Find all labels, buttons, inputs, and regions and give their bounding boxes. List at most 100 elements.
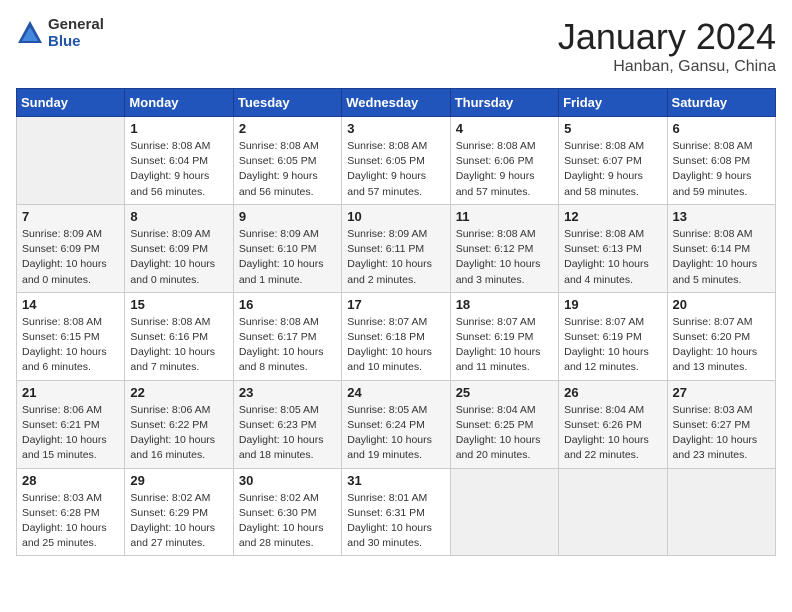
day-number: 10: [347, 209, 444, 224]
calendar-cell: 12Sunrise: 8:08 AM Sunset: 6:13 PM Dayli…: [559, 204, 667, 292]
day-info: Sunrise: 8:04 AM Sunset: 6:26 PM Dayligh…: [564, 403, 661, 464]
day-of-week-header: Saturday: [667, 89, 775, 117]
day-info: Sunrise: 8:09 AM Sunset: 6:09 PM Dayligh…: [130, 227, 227, 288]
logo-text: General Blue: [48, 16, 104, 50]
calendar-cell: 27Sunrise: 8:03 AM Sunset: 6:27 PM Dayli…: [667, 380, 775, 468]
day-info: Sunrise: 8:08 AM Sunset: 6:15 PM Dayligh…: [22, 315, 119, 376]
day-number: 27: [673, 385, 770, 400]
calendar-cell: 6Sunrise: 8:08 AM Sunset: 6:08 PM Daylig…: [667, 117, 775, 205]
calendar-cell: 18 Sunrise: 8:07 AM Sunset: 6:19 PM Dayli…: [450, 292, 558, 380]
day-info: Sunrise: 8:04 AM Sunset: 6:25 PM Dayligh…: [456, 403, 553, 464]
page-header: General Blue January 2024 Hanban, Gansu,…: [16, 16, 776, 76]
calendar-header: SundayMondayTuesdayWednesdayThursdayFrid…: [17, 89, 776, 117]
day-number: 22: [130, 385, 227, 400]
day-info: Sunrise: 8:02 AM Sunset: 6:29 PM Dayligh…: [130, 491, 227, 552]
calendar-cell: [667, 468, 775, 556]
day-number: 7: [22, 209, 119, 224]
calendar-week-row: 28 Sunrise: 8:03 AM Sunset: 6:28 PM Dayli…: [17, 468, 776, 556]
calendar-cell: [17, 117, 125, 205]
day-info: Sunrise: 8:08 AM Sunset: 6:05 PM Dayligh…: [347, 139, 444, 200]
logo-general: General: [48, 16, 104, 33]
calendar-cell: 20 Sunrise: 8:07 AM Sunset: 6:20 PM Dayli…: [667, 292, 775, 380]
day-of-week-header: Thursday: [450, 89, 558, 117]
day-info: Sunrise: 8:07 AM Sunset: 6:18 PM Dayligh…: [347, 315, 444, 376]
calendar-cell: 10 Sunrise: 8:09 AM Sunset: 6:11 PM Dayli…: [342, 204, 450, 292]
calendar-cell: 31 Sunrise: 8:01 AM Sunset: 6:31 PM Dayli…: [342, 468, 450, 556]
day-number: 14: [22, 297, 119, 312]
location: Hanban, Gansu, China: [558, 58, 776, 76]
day-info: Sunrise: 8:06 AM Sunset: 6:21 PM Dayligh…: [22, 403, 119, 464]
day-number: 21: [22, 385, 119, 400]
calendar-cell: 21 Sunrise: 8:06 AM Sunset: 6:21 PM Dayli…: [17, 380, 125, 468]
calendar-cell: 16 Sunrise: 8:08 AM Sunset: 6:17 PM Dayli…: [233, 292, 341, 380]
calendar-cell: 8 Sunrise: 8:09 AM Sunset: 6:09 PM Daylig…: [125, 204, 233, 292]
day-info: Sunrise: 8:08 AM Sunset: 6:08 PM Dayligh…: [673, 139, 770, 200]
day-number: 8: [130, 209, 227, 224]
day-info: Sunrise: 8:08 AM Sunset: 6:16 PM Dayligh…: [130, 315, 227, 376]
day-info: Sunrise: 8:08 AM Sunset: 6:05 PM Dayligh…: [239, 139, 336, 200]
day-number: 18: [456, 297, 553, 312]
day-info: Sunrise: 8:07 AM Sunset: 6:19 PM Dayligh…: [456, 315, 553, 376]
calendar-cell: 25 Sunrise: 8:04 AM Sunset: 6:25 PM Dayli…: [450, 380, 558, 468]
calendar-cell: 11Sunrise: 8:08 AM Sunset: 6:12 PM Dayli…: [450, 204, 558, 292]
day-number: 5: [564, 121, 661, 136]
day-info: Sunrise: 8:03 AM Sunset: 6:28 PM Dayligh…: [22, 491, 119, 552]
calendar-week-row: 7 Sunrise: 8:09 AM Sunset: 6:09 PM Daylig…: [17, 204, 776, 292]
day-number: 15: [130, 297, 227, 312]
day-of-week-header: Tuesday: [233, 89, 341, 117]
day-info: Sunrise: 8:05 AM Sunset: 6:24 PM Dayligh…: [347, 403, 444, 464]
day-info: Sunrise: 8:02 AM Sunset: 6:30 PM Dayligh…: [239, 491, 336, 552]
day-number: 26: [564, 385, 661, 400]
logo-icon: [16, 19, 44, 47]
calendar-cell: 30 Sunrise: 8:02 AM Sunset: 6:30 PM Dayli…: [233, 468, 341, 556]
calendar-cell: 9 Sunrise: 8:09 AM Sunset: 6:10 PM Daylig…: [233, 204, 341, 292]
calendar-cell: 15 Sunrise: 8:08 AM Sunset: 6:16 PM Dayli…: [125, 292, 233, 380]
day-number: 23: [239, 385, 336, 400]
calendar-cell: 26 Sunrise: 8:04 AM Sunset: 6:26 PM Dayli…: [559, 380, 667, 468]
calendar-week-row: 21 Sunrise: 8:06 AM Sunset: 6:21 PM Dayli…: [17, 380, 776, 468]
day-info: Sunrise: 8:08 AM Sunset: 6:17 PM Dayligh…: [239, 315, 336, 376]
day-number: 9: [239, 209, 336, 224]
calendar-cell: 4Sunrise: 8:08 AM Sunset: 6:06 PM Daylig…: [450, 117, 558, 205]
day-number: 4: [456, 121, 553, 136]
day-of-week-header: Wednesday: [342, 89, 450, 117]
day-number: 30: [239, 473, 336, 488]
day-number: 20: [673, 297, 770, 312]
title-block: January 2024 Hanban, Gansu, China: [558, 16, 776, 76]
day-info: Sunrise: 8:08 AM Sunset: 6:04 PM Dayligh…: [130, 139, 227, 200]
day-number: 24: [347, 385, 444, 400]
day-number: 2: [239, 121, 336, 136]
calendar-cell: 22 Sunrise: 8:06 AM Sunset: 6:22 PM Dayli…: [125, 380, 233, 468]
calendar-cell: 28 Sunrise: 8:03 AM Sunset: 6:28 PM Dayli…: [17, 468, 125, 556]
calendar-cell: 14 Sunrise: 8:08 AM Sunset: 6:15 PM Dayli…: [17, 292, 125, 380]
day-number: 11: [456, 209, 553, 224]
calendar-cell: 19Sunrise: 8:07 AM Sunset: 6:19 PM Dayli…: [559, 292, 667, 380]
day-number: 28: [22, 473, 119, 488]
day-number: 29: [130, 473, 227, 488]
logo: General Blue: [16, 16, 104, 50]
calendar-cell: 23Sunrise: 8:05 AM Sunset: 6:23 PM Dayli…: [233, 380, 341, 468]
day-number: 13: [673, 209, 770, 224]
logo-blue: Blue: [48, 33, 104, 50]
calendar-table: SundayMondayTuesdayWednesdayThursdayFrid…: [16, 88, 776, 556]
calendar-week-row: 14 Sunrise: 8:08 AM Sunset: 6:15 PM Dayli…: [17, 292, 776, 380]
month-title: January 2024: [558, 16, 776, 58]
day-number: 17: [347, 297, 444, 312]
day-info: Sunrise: 8:06 AM Sunset: 6:22 PM Dayligh…: [130, 403, 227, 464]
calendar-cell: 24 Sunrise: 8:05 AM Sunset: 6:24 PM Dayli…: [342, 380, 450, 468]
day-number: 25: [456, 385, 553, 400]
day-info: Sunrise: 8:09 AM Sunset: 6:11 PM Dayligh…: [347, 227, 444, 288]
day-info: Sunrise: 8:09 AM Sunset: 6:09 PM Dayligh…: [22, 227, 119, 288]
calendar-cell: 29 Sunrise: 8:02 AM Sunset: 6:29 PM Dayli…: [125, 468, 233, 556]
day-number: 31: [347, 473, 444, 488]
day-of-week-header: Monday: [125, 89, 233, 117]
day-info: Sunrise: 8:01 AM Sunset: 6:31 PM Dayligh…: [347, 491, 444, 552]
day-number: 16: [239, 297, 336, 312]
day-number: 19: [564, 297, 661, 312]
day-info: Sunrise: 8:07 AM Sunset: 6:20 PM Dayligh…: [673, 315, 770, 376]
day-info: Sunrise: 8:08 AM Sunset: 6:14 PM Dayligh…: [673, 227, 770, 288]
calendar-cell: [450, 468, 558, 556]
day-info: Sunrise: 8:09 AM Sunset: 6:10 PM Dayligh…: [239, 227, 336, 288]
day-number: 1: [130, 121, 227, 136]
day-info: Sunrise: 8:08 AM Sunset: 6:07 PM Dayligh…: [564, 139, 661, 200]
